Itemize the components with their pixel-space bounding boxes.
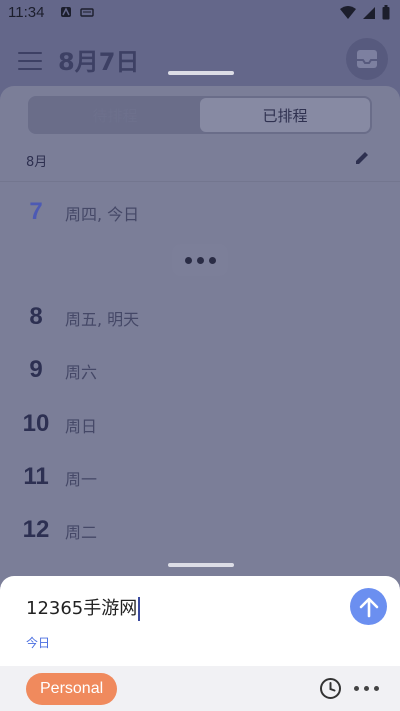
day-number: 10	[22, 410, 50, 437]
battery-icon	[382, 5, 390, 20]
day-label: 周六	[65, 363, 98, 382]
day-row[interactable]: 12 周二	[0, 514, 400, 564]
quick-add-toolbar: Personal	[0, 666, 400, 711]
edit-icon[interactable]	[354, 150, 370, 166]
day-row[interactable]: 9 周六	[0, 354, 400, 404]
keyboard-notification-icon	[80, 8, 94, 17]
tab-unscheduled[interactable]: 待排程	[30, 98, 200, 132]
notification-icons	[60, 6, 94, 18]
due-date-label[interactable]: 今日	[26, 634, 50, 651]
day-label: 周五, 明天	[65, 310, 140, 329]
day-number: 11	[23, 463, 49, 490]
status-bar: 11:34	[0, 0, 400, 28]
send-arrow-icon	[359, 597, 378, 617]
inbox-button[interactable]	[346, 38, 388, 80]
clock-icon[interactable]	[319, 677, 342, 700]
day-label: 周二	[65, 523, 98, 542]
app-notification-icon	[61, 7, 71, 17]
day-row[interactable]: 10 周日	[0, 408, 400, 458]
day-number: 12	[22, 516, 50, 543]
day-label: 周四, 今日	[65, 205, 140, 224]
app-header: 8月7日	[0, 28, 400, 86]
day-label: 周一	[65, 470, 98, 489]
status-time: 11:34	[8, 4, 45, 21]
schedule-tabs: 待排程 已排程	[28, 96, 372, 134]
send-button[interactable]	[350, 588, 387, 625]
day-row[interactable]: 8 周五, 明天	[0, 301, 400, 351]
inbox-icon	[357, 50, 377, 68]
quick-add-panel: 12365手游网 今日 Personal	[0, 576, 400, 711]
day-number: 8	[29, 303, 43, 330]
day-number: 7	[29, 198, 43, 225]
tab-scheduled[interactable]: 已排程	[200, 98, 370, 132]
day-label: 周日	[65, 417, 98, 436]
system-icons	[340, 5, 390, 20]
menu-icon[interactable]	[18, 52, 42, 70]
tag-chip[interactable]: Personal	[26, 673, 118, 705]
drag-handle[interactable]	[168, 71, 234, 75]
wifi-icon	[340, 5, 356, 19]
schedule-sheet: 待排程 已排程 8月 7 周四, 今日 8 周五, 明天 9 周六 10 周日 …	[0, 86, 400, 586]
day-row[interactable]: 7 周四, 今日	[0, 194, 400, 244]
task-title-text: 12365手游网	[26, 598, 138, 619]
drag-handle[interactable]	[168, 563, 234, 567]
day-row[interactable]: 11 周一	[0, 461, 400, 511]
more-options-icon[interactable]	[354, 686, 379, 691]
task-title-input[interactable]: 12365手游网	[26, 594, 141, 621]
more-days-button[interactable]	[172, 244, 228, 276]
month-row: 8月	[0, 138, 400, 182]
page-title: 8月7日	[58, 48, 140, 76]
day-number: 9	[29, 356, 43, 383]
text-caret	[138, 597, 141, 621]
signal-icon	[363, 6, 375, 19]
month-label: 8月	[26, 155, 48, 170]
